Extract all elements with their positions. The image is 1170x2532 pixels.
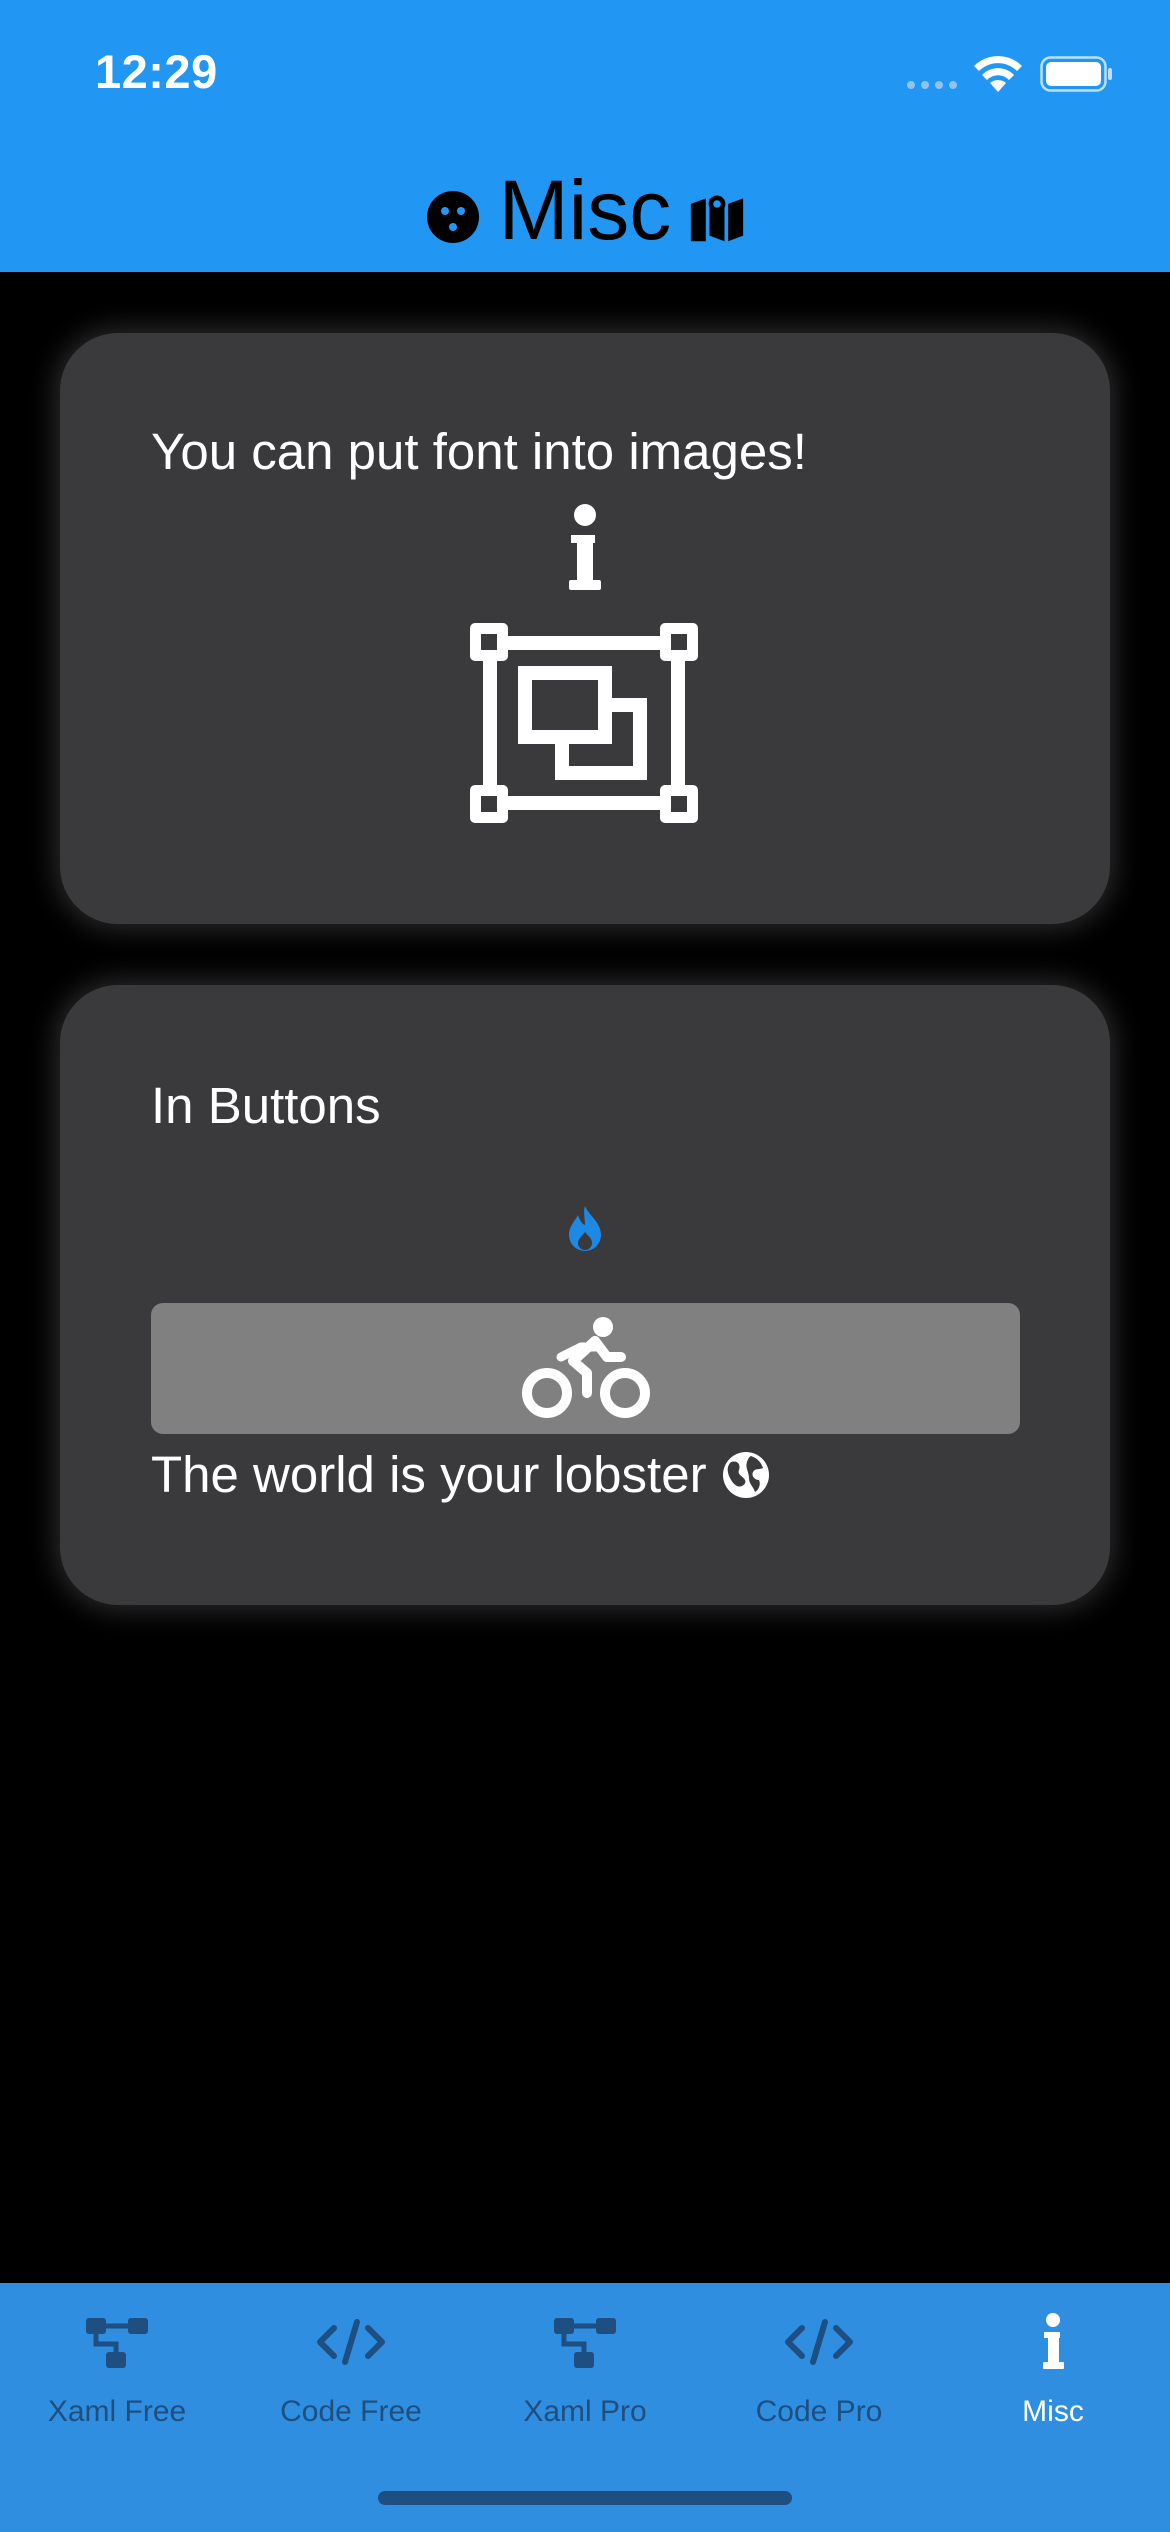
sitemap-icon (554, 2318, 616, 2368)
tab-misc[interactable]: Misc (936, 2283, 1170, 2443)
lobster-label: The world is your lobster (151, 1446, 707, 1503)
tab-bar: Xaml Free Code Free Xaml Pro Code Pro Mi… (0, 2283, 1170, 2532)
header: 12:29 Misc (0, 0, 1170, 272)
tab-label: Xaml Free (47, 2395, 187, 2428)
bicycle-icon (522, 1317, 650, 1418)
info-icon (569, 504, 601, 590)
cellular-signal-icon (907, 81, 957, 89)
tab-xaml-pro[interactable]: Xaml Pro (468, 2283, 702, 2443)
tab-xaml-free[interactable]: Xaml Free (0, 2283, 234, 2443)
page-title: Misc (498, 163, 672, 257)
select-group-icon (470, 623, 698, 823)
globe-icon (722, 1451, 769, 1498)
map-icon (691, 195, 744, 242)
code-icon (785, 2319, 853, 2365)
wifi-icon (974, 56, 1022, 92)
info-icon (1043, 2313, 1064, 2369)
lobster-label-row: The world is your lobster (151, 1445, 771, 1504)
tab-label: Code Pro (755, 2395, 883, 2428)
tab-code-free[interactable]: Code Free (234, 2283, 468, 2443)
fire-icon (569, 1206, 601, 1251)
home-indicator (378, 2491, 792, 2505)
nav-bar: Misc (0, 160, 1170, 260)
face-icon (426, 191, 479, 243)
tab-label: Misc (1022, 2395, 1084, 2428)
tab-code-pro[interactable]: Code Pro (702, 2283, 936, 2443)
images-card-text: You can put font into images! (151, 423, 807, 480)
code-icon (317, 2319, 385, 2365)
tab-label: Xaml Pro (523, 2395, 647, 2428)
buttons-card: In Buttons The world is your lobster (60, 985, 1110, 1605)
buttons-card-title: In Buttons (151, 1077, 381, 1134)
sitemap-icon (86, 2318, 148, 2368)
images-card: You can put font into images! (60, 333, 1110, 924)
status-time: 12:29 (95, 45, 218, 98)
battery-icon (1040, 56, 1112, 92)
tab-label: Code Free (280, 2395, 422, 2428)
fire-button[interactable] (550, 1193, 620, 1263)
bicycle-button[interactable] (151, 1303, 1020, 1434)
